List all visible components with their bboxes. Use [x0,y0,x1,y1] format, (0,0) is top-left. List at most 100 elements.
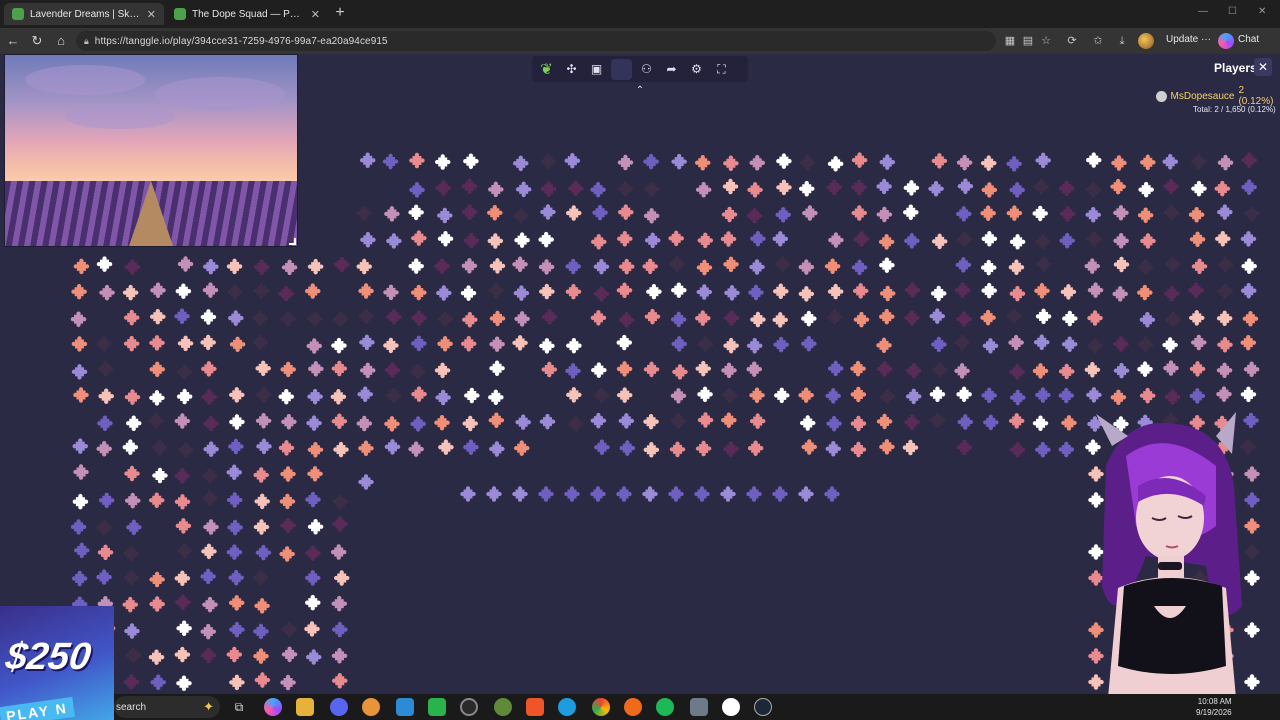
puzzle-piece[interactable] [123,674,140,690]
puzzle-piece[interactable] [174,468,190,484]
puzzle-piece[interactable] [592,204,608,221]
puzzle-piece[interactable] [200,623,216,640]
puzzle-piece[interactable] [642,486,658,502]
puzzle-piece[interactable] [512,335,528,351]
puzzle-piece[interactable] [799,415,816,431]
puzzle-piece[interactable] [1216,386,1232,402]
puzzle-piece[interactable] [981,282,997,299]
edge-icon[interactable] [558,698,576,716]
puzzle-piece[interactable] [331,595,347,612]
puzzle-piece[interactable] [1084,362,1101,378]
puzzle-piece[interactable] [1241,152,1257,168]
puzzle-piece[interactable] [724,285,740,301]
puzzle-piece[interactable] [96,256,113,272]
puzzle-piece[interactable] [1035,152,1051,169]
puzzle-piece[interactable] [149,361,165,378]
puzzle-piece[interactable] [515,414,531,430]
puzzle-piece[interactable] [126,519,142,536]
puzzle-piece[interactable] [827,360,844,377]
puzzle-piece[interactable] [149,335,165,351]
puzzle-piece[interactable] [1189,310,1205,326]
puzzle-piece[interactable] [149,390,165,406]
puzzle-piece[interactable] [540,153,556,170]
puzzle-piece[interactable] [308,361,324,377]
puzzle-piece[interactable] [773,336,789,353]
puzzle-piece[interactable] [644,232,661,249]
puzzle-piece[interactable] [1217,154,1234,171]
puzzle-piece[interactable] [590,181,606,198]
puzzle-piece[interactable] [331,360,348,377]
background-color-icon[interactable] [611,58,632,80]
tab-dope-squad[interactable]: The Dope Squad — Puzzles ✕ [166,3,328,25]
puzzle-piece[interactable] [1191,258,1208,275]
puzzle-piece[interactable] [670,388,687,404]
puzzle-piece[interactable] [1009,182,1025,198]
puzzle-piece[interactable] [254,259,270,275]
puzzle-piece[interactable] [360,232,376,248]
puzzle-piece[interactable] [125,647,142,664]
puzzle-piece[interactable] [463,439,479,455]
puzzle-piece[interactable] [435,389,451,406]
minimize-icon[interactable]: — [1198,6,1208,17]
puzzle-piece[interactable] [256,386,272,403]
puzzle-piece[interactable] [851,152,868,168]
puzzle-piece[interactable] [255,544,272,561]
puzzle-piece[interactable] [798,286,815,302]
puzzle-piece[interactable] [824,486,840,502]
puzzle-piece[interactable] [980,205,996,221]
puzzle-piece[interactable] [1163,204,1180,221]
puzzle-piece[interactable] [461,178,478,195]
steam-icon[interactable] [754,698,772,716]
puzzle-piece[interactable] [801,335,817,352]
puzzle-piece[interactable] [1240,386,1257,403]
puzzle-piece[interactable] [749,413,766,429]
puzzle-piece[interactable] [1008,259,1025,276]
puzzle-piece[interactable] [386,309,402,325]
copilot-taskbar-icon[interactable] [264,698,282,716]
puzzle-piece[interactable] [1058,387,1075,404]
puzzle-piece[interactable] [255,360,271,377]
puzzle-piece[interactable] [305,545,321,561]
puzzle-piece[interactable] [487,205,503,221]
puzzle-piece[interactable] [305,491,321,508]
puzzle-piece[interactable] [931,336,947,353]
puzzle-piece[interactable] [280,517,296,534]
puzzle-piece[interactable] [177,256,194,272]
puzzle-piece[interactable] [252,569,269,586]
puzzle-piece[interactable] [746,486,762,502]
puzzle-piece[interactable] [1240,282,1257,299]
puzzle-piece[interactable] [1164,389,1181,405]
puzzle-piece[interactable] [851,205,868,221]
puzzle-piece[interactable] [229,414,245,430]
puzzle-piece[interactable] [1006,308,1022,324]
puzzle-piece[interactable] [956,154,973,171]
puzzle-piece[interactable] [383,284,399,301]
brave-icon[interactable] [526,698,544,716]
puzzle-piece[interactable] [1008,413,1025,429]
puzzle-piece[interactable] [618,204,634,220]
puzzle-piece[interactable] [956,231,973,247]
puzzle-piece[interactable] [73,387,89,403]
puzzle-piece[interactable] [694,486,710,502]
puzzle-piece[interactable] [932,361,948,378]
puzzle-piece[interactable] [827,156,844,172]
puzzle-piece[interactable] [669,256,685,272]
puzzle-piece[interactable] [644,308,661,325]
puzzle-piece[interactable] [386,387,402,404]
puzzle-piece[interactable] [721,412,737,428]
puzzle-piece[interactable] [902,439,919,456]
puzzle-piece[interactable] [99,284,115,301]
puzzle-piece[interactable] [617,154,634,171]
puzzle-piece[interactable] [564,152,581,169]
puzzle-piece[interactable] [356,415,373,432]
puzzle-piece[interactable] [175,594,191,610]
puzzle-piece[interactable] [148,412,164,429]
fullscreen-icon[interactable]: ⛶ [711,59,732,80]
puzzle-piece[interactable] [281,621,297,638]
puzzle-piece[interactable] [411,386,427,402]
puzzle-piece[interactable] [1241,179,1257,195]
image-preview-icon[interactable]: ▣ [586,59,607,80]
firefox-icon[interactable] [624,698,642,716]
puzzle-piece[interactable] [152,467,168,484]
puzzle-piece[interactable] [461,204,478,220]
